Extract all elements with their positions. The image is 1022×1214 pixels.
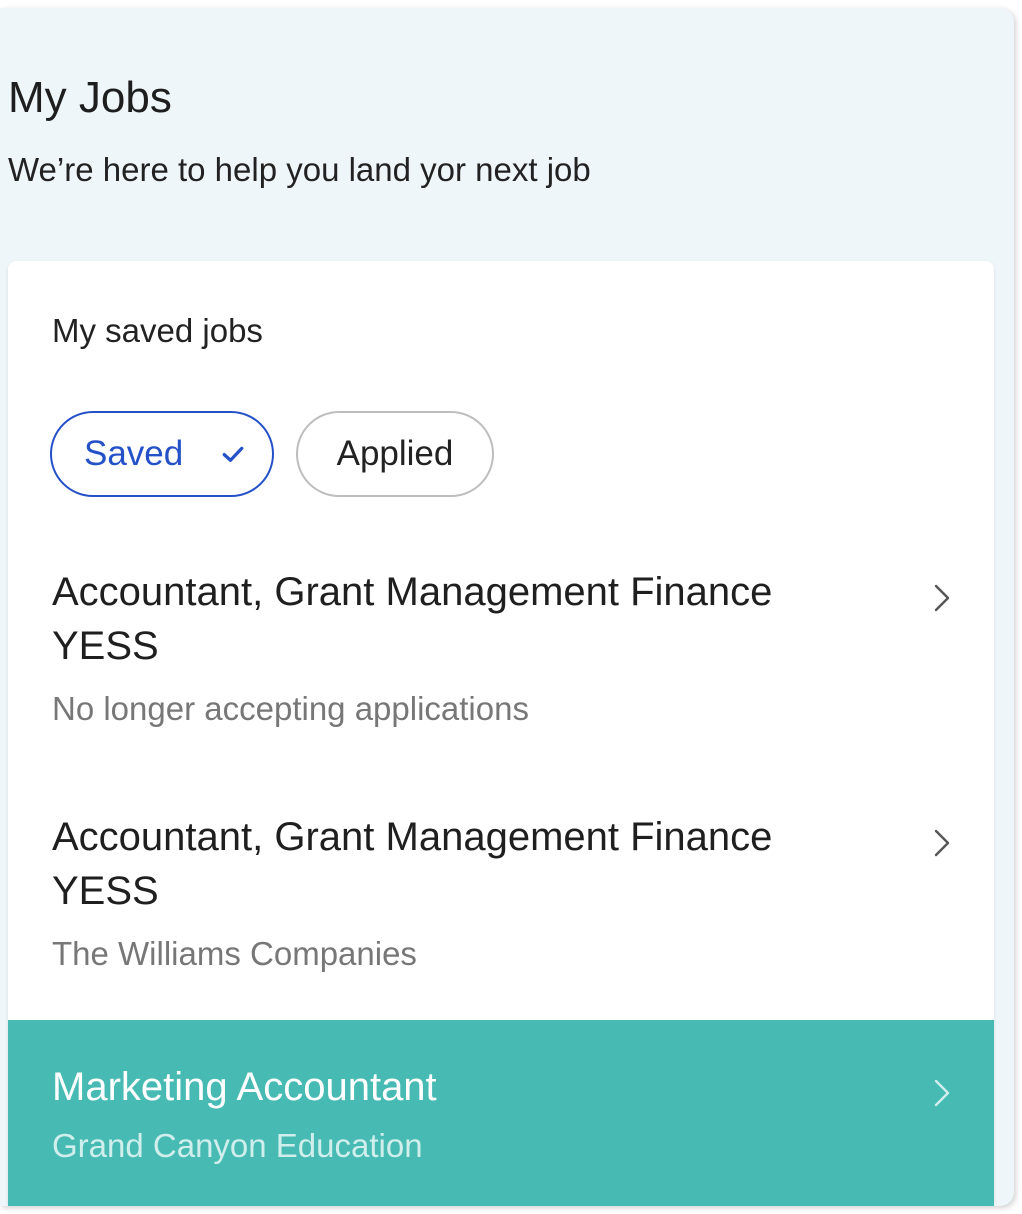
page-subtitle: We’re here to help you land yor next job	[8, 151, 591, 188]
check-icon	[222, 446, 244, 462]
chevron-right-icon	[934, 1079, 950, 1107]
job-list-item-highlighted[interactable]: Marketing Accountant Grand Canyon Educat…	[8, 1020, 994, 1206]
job-list-item[interactable]: Accountant, Grant Management Finance YES…	[8, 561, 994, 761]
filter-chip-saved[interactable]: Saved	[50, 411, 274, 497]
chevron-right-icon	[934, 829, 950, 857]
page-title: My Jobs	[8, 73, 172, 122]
job-title: Marketing Accountant	[52, 1065, 437, 1109]
saved-jobs-card: My saved jobs Saved Applied Accountant, …	[8, 261, 994, 1206]
filter-chip-label: Applied	[336, 434, 454, 473]
my-jobs-panel: My Jobs We’re here to help you land yor …	[0, 8, 1014, 1206]
job-company: Grand Canyon Education	[52, 1127, 423, 1164]
chevron-right-icon	[934, 584, 950, 612]
filter-chip-applied[interactable]: Applied	[296, 411, 494, 497]
job-company: The Williams Companies	[52, 935, 417, 972]
job-title: Accountant, Grant Management Finance YES…	[52, 815, 773, 913]
filter-chip-label: Saved	[84, 434, 184, 473]
card-title: My saved jobs	[52, 312, 263, 349]
job-title: Accountant, Grant Management Finance YES…	[52, 570, 773, 668]
job-list-item[interactable]: Accountant, Grant Management Finance YES…	[8, 806, 994, 1006]
job-status: No longer accepting applications	[52, 690, 529, 727]
